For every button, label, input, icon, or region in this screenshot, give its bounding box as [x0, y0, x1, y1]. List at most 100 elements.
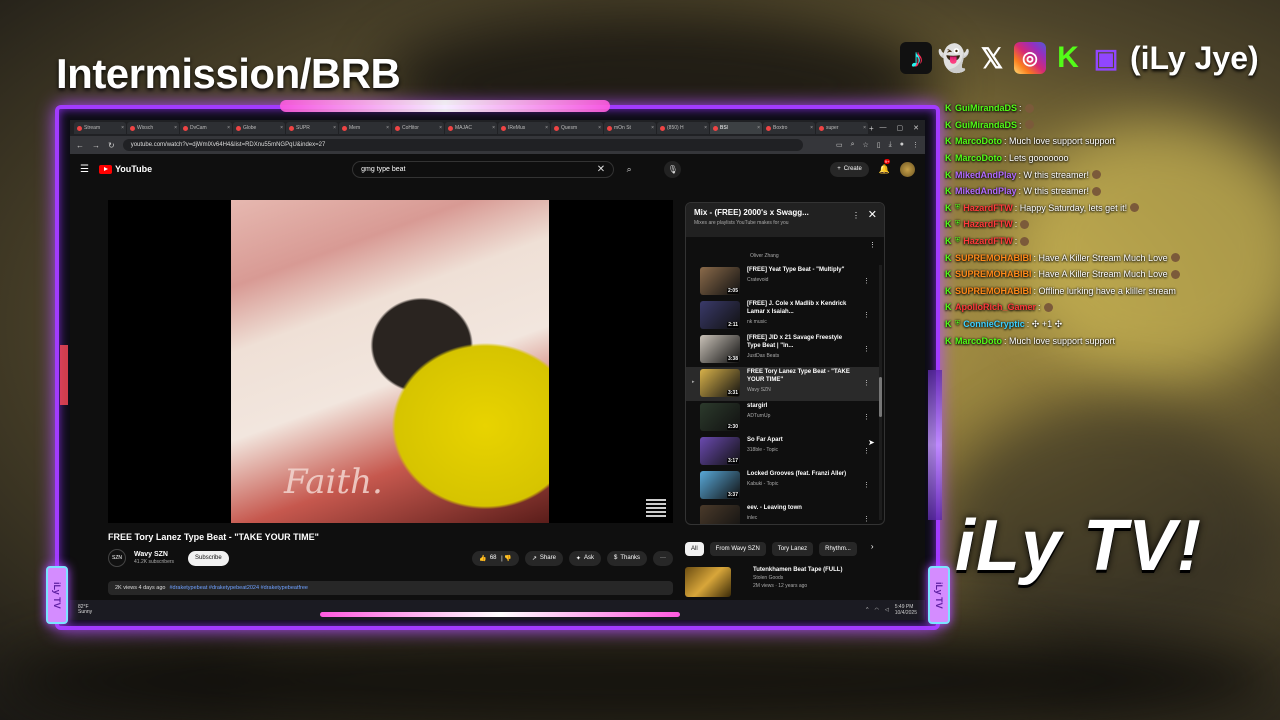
chat-username[interactable]: HazardFTW — [963, 219, 1013, 229]
playlist-item[interactable]: 2:30 stargirl ADTurnUp ⋮ — [686, 401, 882, 435]
volume-icon[interactable]: ◁ — [885, 607, 889, 613]
browser-tab[interactable]: super × — [816, 122, 868, 134]
chip-rhythm[interactable]: Rhythm... — [819, 542, 857, 556]
subscribe-button[interactable]: Subscribe — [188, 550, 229, 566]
playlist-thumbnail[interactable]: 3:17 — [700, 437, 740, 465]
notifications-bell-icon[interactable]: 🔔 9+ — [879, 158, 891, 175]
wifi-icon[interactable]: ◠ — [875, 607, 879, 613]
bookmark-star-icon[interactable]: ☆ — [863, 141, 869, 149]
reload-icon[interactable]: ↻ — [108, 141, 115, 150]
playlist-item-title[interactable]: [FREE] J. Cole x Madlib x Kendrick Lamar… — [747, 301, 855, 317]
chip-tory-lanez[interactable]: Tory Lanez — [771, 542, 814, 556]
browser-tab[interactable]: IReMus × — [498, 122, 550, 134]
close-window-icon[interactable]: ✕ — [913, 124, 919, 132]
profile-icon[interactable]: ● — [900, 141, 904, 149]
chat-username[interactable]: MarcoDoto — [955, 136, 1002, 146]
playlist-title[interactable]: Mix - (FREE) 2000's x Swagg... — [694, 208, 876, 217]
chat-username[interactable]: GuiMirandaDS — [955, 103, 1017, 113]
browser-tab[interactable]: mOn St × — [604, 122, 656, 134]
browser-tab[interactable]: SUPR × — [286, 122, 338, 134]
close-icon[interactable]: ✕ — [868, 208, 877, 221]
browser-tab[interactable]: Stream × — [74, 122, 126, 134]
playlist-menu-icon[interactable]: ⋮ — [852, 211, 860, 220]
browser-tab[interactable]: Wixsch × — [127, 122, 179, 134]
browser-tab[interactable]: Quesm × — [551, 122, 603, 134]
close-icon[interactable]: × — [280, 125, 285, 131]
playlist-thumbnail[interactable]: 2:05 — [700, 267, 740, 295]
microphone-icon[interactable]: 🎙 — [664, 160, 682, 178]
sidepanel-icon[interactable]: ▯ — [877, 141, 881, 149]
user-avatar[interactable] — [900, 161, 915, 177]
playlist-thumbnail[interactable] — [700, 505, 740, 524]
chat-username[interactable]: SUPREMOHABIBI — [955, 286, 1032, 296]
playlist-thumbnail[interactable]: 3:31 — [700, 369, 740, 397]
item-menu-icon[interactable]: ⋮ — [863, 515, 870, 523]
item-menu-icon[interactable]: ⋮ — [863, 311, 870, 319]
share-button[interactable]: ↗ Share — [524, 550, 563, 566]
hamburger-menu-icon[interactable]: ☰ — [80, 164, 89, 175]
chat-username[interactable]: MarcoDoto — [955, 336, 1002, 346]
chat-username[interactable]: SUPREMOHABIBI — [955, 269, 1032, 279]
new-tab-icon[interactable]: + — [869, 124, 874, 133]
close-icon[interactable]: × — [333, 125, 338, 131]
playlist-scrollbar[interactable] — [879, 265, 882, 520]
chat-username[interactable]: ApolloRich_Gamer — [955, 302, 1036, 312]
playlist-item-title[interactable]: Locked Grooves (feat. Franzi Aller) — [747, 471, 855, 479]
playlist-thumbnail[interactable]: 2:11 — [700, 301, 740, 329]
clock[interactable]: 5:49 PM 10/4/2025 — [895, 604, 917, 616]
chat-username[interactable]: MikedAndPlay — [955, 186, 1017, 196]
forward-icon[interactable]: → — [92, 141, 100, 150]
channel-avatar[interactable]: SZN — [108, 549, 126, 567]
like-button[interactable]: 👍 68 | 👎 — [472, 550, 519, 566]
close-icon[interactable]: × — [227, 125, 232, 131]
browser-tab[interactable]: MAJAC × — [445, 122, 497, 134]
playlist-item[interactable]: 3:17 So Far Apart 318ble - Topic ⋮ — [686, 435, 882, 469]
chevron-right-icon[interactable]: › — [871, 542, 874, 556]
url-input[interactable]: youtube.com/watch?v=djWmlXv64H4&list=RDX… — [122, 139, 803, 151]
close-icon[interactable]: × — [386, 125, 391, 131]
chip-all[interactable]: All — [685, 542, 704, 556]
browser-tab[interactable]: (850) H × — [657, 122, 709, 134]
back-icon[interactable]: ← — [76, 141, 84, 150]
close-icon[interactable]: × — [174, 125, 179, 131]
close-icon[interactable]: × — [757, 125, 762, 131]
browser-tab[interactable]: Globe × — [233, 122, 285, 134]
browser-tab[interactable]: Mem × — [339, 122, 391, 134]
playlist-item[interactable]: 3:37 Locked Grooves (feat. Franzi Aller) K… — [686, 469, 882, 503]
playlist-thumbnail[interactable]: 3:38 — [700, 335, 740, 363]
chat-username[interactable]: SUPREMOHABIBI — [955, 253, 1032, 263]
item-menu-icon[interactable]: ⋮ — [863, 413, 870, 421]
close-icon[interactable]: × — [863, 125, 868, 131]
search-icon[interactable]: ⌕ — [618, 161, 640, 178]
recommended-thumbnail[interactable] — [685, 567, 731, 597]
channel-name[interactable]: Wavy SZN — [134, 551, 174, 558]
browser-tab[interactable]: DvCam × — [180, 122, 232, 134]
ask-button[interactable]: ✦ Ask — [568, 550, 601, 566]
description-box[interactable]: 2K views 4 days ago #draketypebeat #drak… — [108, 581, 673, 595]
browser-tab-active[interactable]: BSl × — [710, 122, 762, 134]
item-menu-icon[interactable]: ⋮ — [863, 481, 870, 489]
scrollbar-thumb[interactable] — [879, 377, 882, 417]
close-icon[interactable]: × — [492, 125, 497, 131]
minimize-icon[interactable]: — — [880, 124, 887, 132]
thumbs-down-icon[interactable]: | 👎 — [500, 555, 512, 562]
weather-widget[interactable]: 82°F Sunny — [78, 604, 92, 616]
playlist-item-title[interactable]: stargirl — [747, 403, 855, 411]
browser-tab[interactable]: CoHitor × — [392, 122, 444, 134]
browser-tab[interactable]: Boxtro × — [763, 122, 815, 134]
youtube-logo[interactable]: YouTube — [98, 164, 152, 174]
menu-dots-icon[interactable]: ⋮ — [912, 141, 919, 149]
item-menu-icon[interactable]: ⋮ — [863, 345, 870, 353]
cast-icon[interactable]: ▭ — [836, 141, 843, 149]
item-menu-icon[interactable]: ⋮ — [863, 447, 870, 455]
playlist-options-icon[interactable]: ⋮ — [869, 241, 876, 249]
recommended-video[interactable]: Tutenkhamen Beat Tape (FULL) Stolen Good… — [685, 567, 885, 597]
playlist-item-title[interactable]: [FREE] Yeat Type Beat - "Multiply" — [747, 267, 855, 275]
close-icon[interactable]: × — [439, 125, 444, 131]
close-icon[interactable]: × — [704, 125, 709, 131]
chat-username[interactable]: GuiMirandaDS — [955, 120, 1017, 130]
chip-from-channel[interactable]: From Wavy SZN — [709, 542, 766, 556]
chat-username[interactable]: MikedAndPlay — [955, 170, 1017, 180]
playlist-item[interactable]: 2:11 [FREE] J. Cole x Madlib x Kendrick L… — [686, 299, 882, 333]
close-icon[interactable]: × — [810, 125, 815, 131]
